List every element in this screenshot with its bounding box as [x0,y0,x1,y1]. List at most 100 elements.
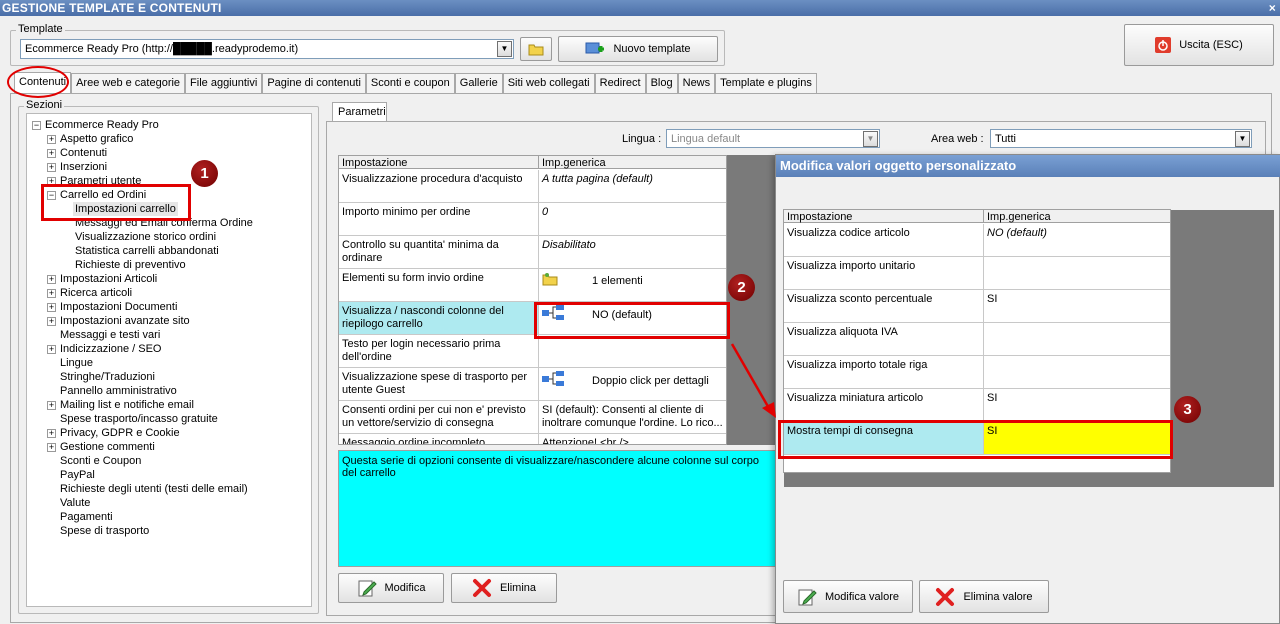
tree-item[interactable]: Contenuti [60,146,107,160]
param-name[interactable]: Visualizzazione spese di trasporto per u… [339,368,539,401]
param-value[interactable]: 1 elementi [539,269,726,302]
tree-item[interactable]: Statistica carrelli abbandonati [75,244,219,258]
param-name[interactable]: Messaggio ordine incompleto [339,434,539,444]
dialog-param-value[interactable]: SI [984,389,1170,422]
tab-template-e-plugins[interactable]: Template e plugins [715,73,817,93]
tree-item[interactable]: Impostazioni Documenti [60,300,177,314]
param-value[interactable]: SI (default): Consenti al cliente di ino… [539,401,726,434]
annotation-badge-1: 1 [191,160,218,187]
param-name[interactable]: Visualizzazione procedura d'acquisto [339,170,539,203]
dialog-param-value[interactable] [984,323,1170,356]
tab-blog[interactable]: Blog [645,73,678,93]
tree-expand-icon[interactable]: + [47,275,56,284]
tab-aree-web-e-categorie[interactable]: Aree web e categorie [71,73,186,93]
tree-item[interactable]: Mailing list e notifiche email [60,398,194,412]
tree-item[interactable]: Impostazioni avanzate sito [60,314,190,328]
tree-expand-icon[interactable]: + [47,429,56,438]
tree-expand-icon[interactable]: + [47,149,56,158]
chevron-down-icon[interactable]: ▼ [1235,131,1250,147]
tree-item[interactable]: Gestione commenti [60,440,155,454]
dialog-param-value[interactable]: SI [984,290,1170,323]
tree-item[interactable]: Privacy, GDPR e Cookie [60,426,180,440]
dialog-param-value[interactable]: NO (default) [984,224,1170,257]
hierarchy-icon [542,371,564,391]
tree-expand-icon[interactable]: + [47,443,56,452]
tab-redirect[interactable]: Redirect [594,73,646,93]
tree-expand-icon[interactable]: + [47,303,56,312]
chevron-down-icon[interactable]: ▼ [497,41,512,57]
tree-item[interactable]: Richieste di preventivo [75,258,186,272]
tree-item[interactable]: Stringhe/Traduzioni [60,370,155,384]
close-icon[interactable]: × [1269,0,1276,16]
modifica-valore-button[interactable]: Modifica valore [783,580,913,613]
tree-expand-icon[interactable]: + [47,317,56,326]
area-web-select[interactable]: Tutti ▼ [990,129,1252,148]
tree-item[interactable]: Indicizzazione / SEO [60,342,162,356]
power-icon [1155,37,1172,53]
tab-news[interactable]: News [677,73,716,93]
dialog-param-name[interactable]: Visualizza miniatura articolo [784,389,984,422]
param-name[interactable]: Importo minimo per ordine [339,203,539,236]
param-name[interactable]: Visualizza / nascondi colonne del riepil… [339,302,539,335]
new-template-label: Nuovo template [613,43,691,55]
tab-parametri[interactable]: Parametri [332,102,387,122]
tab-gallerie[interactable]: Gallerie [454,73,503,93]
tree-item[interactable]: Valute [60,496,90,510]
dialog-param-name[interactable]: Visualizza sconto percentuale [784,290,984,323]
param-value[interactable]: Doppio click per dettagli [539,368,726,401]
param-value[interactable]: Attenzione! <br /> [539,434,726,444]
tree-item[interactable]: Spese di trasporto [60,524,149,538]
param-name[interactable]: Controllo su quantita' minima da ordinar… [339,236,539,269]
folder-icon [528,44,544,56]
dialog-param-name[interactable]: Visualizza importo totale riga [784,356,984,389]
exit-button[interactable]: Uscita (ESC) [1124,24,1274,66]
tree-item[interactable]: Impostazioni Articoli [60,272,157,286]
folder-icon [542,272,564,290]
tree-item[interactable]: Sconti e Coupon [60,454,141,468]
elimina-valore-button[interactable]: Elimina valore [919,580,1049,613]
dialog-param-value[interactable] [984,356,1170,389]
chevron-down-icon[interactable]: ▼ [863,131,878,147]
tree-expand-icon[interactable]: + [47,401,56,410]
dialog-param-name[interactable]: Visualizza codice articolo [784,224,984,257]
modifica-button[interactable]: Modifica [338,573,444,603]
template-select-value: Ecommerce Ready Pro (http://█████.readyp… [25,43,299,55]
tree-item[interactable]: Messaggi e testi vari [60,328,160,342]
param-value[interactable]: A tutta pagina (default) [539,170,726,203]
param-value[interactable]: 0 [539,203,726,236]
tree-item[interactable]: PayPal [60,468,95,482]
tab-siti-web-collegati[interactable]: Siti web collegati [502,73,595,93]
tree-expand-icon[interactable]: + [47,345,56,354]
param-name[interactable]: Elementi su form invio ordine [339,269,539,302]
tree-item[interactable]: Richieste degli utenti (testi delle emai… [60,482,248,496]
tab-file-aggiuntivi[interactable]: File aggiuntivi [185,73,263,93]
lingua-select[interactable]: Lingua default ▼ [666,129,880,148]
tree-expand-icon[interactable]: + [47,163,56,172]
tree-expand-icon[interactable]: + [47,135,56,144]
tree-item[interactable]: Lingue [60,356,93,370]
param-name[interactable]: Consenti ordini per cui non e' previsto … [339,401,539,434]
tree-item[interactable]: Visualizzazione storico ordini [75,230,216,244]
param-value[interactable]: Disabilitato [539,236,726,269]
param-value[interactable] [539,335,726,368]
dialog-param-name[interactable]: Visualizza importo unitario [784,257,984,290]
tab-pagine-di-contenuti[interactable]: Pagine di contenuti [262,73,366,93]
template-select[interactable]: Ecommerce Ready Pro (http://█████.readyp… [20,39,514,59]
dialog-param-name[interactable]: Visualizza aliquota IVA [784,323,984,356]
tree-item[interactable]: Inserzioni [60,160,107,174]
tree-item[interactable]: Pagamenti [60,510,113,524]
open-folder-button[interactable] [520,37,552,61]
params-grid: Impostazione Imp.generica Visualizzazion… [338,155,727,445]
tree-item[interactable]: Ricerca articoli [60,286,132,300]
new-template-button[interactable]: Nuovo template [558,36,718,62]
tree-item[interactable]: Spese trasporto/incasso gratuite [60,412,218,426]
tree-item[interactable]: Pannello amministrativo [60,384,177,398]
tree-expand-icon[interactable]: + [47,289,56,298]
param-name[interactable]: Testo per login necessario prima dell'or… [339,335,539,368]
tab-sconti-e-coupon[interactable]: Sconti e coupon [365,73,455,93]
tree-item[interactable]: Aspetto grafico [60,132,133,146]
elimina-button[interactable]: Elimina [451,573,557,603]
dialog-param-value[interactable] [984,257,1170,290]
tree-root[interactable]: Ecommerce Ready Pro [45,118,159,132]
tree-collapse-icon[interactable]: − [32,121,41,130]
